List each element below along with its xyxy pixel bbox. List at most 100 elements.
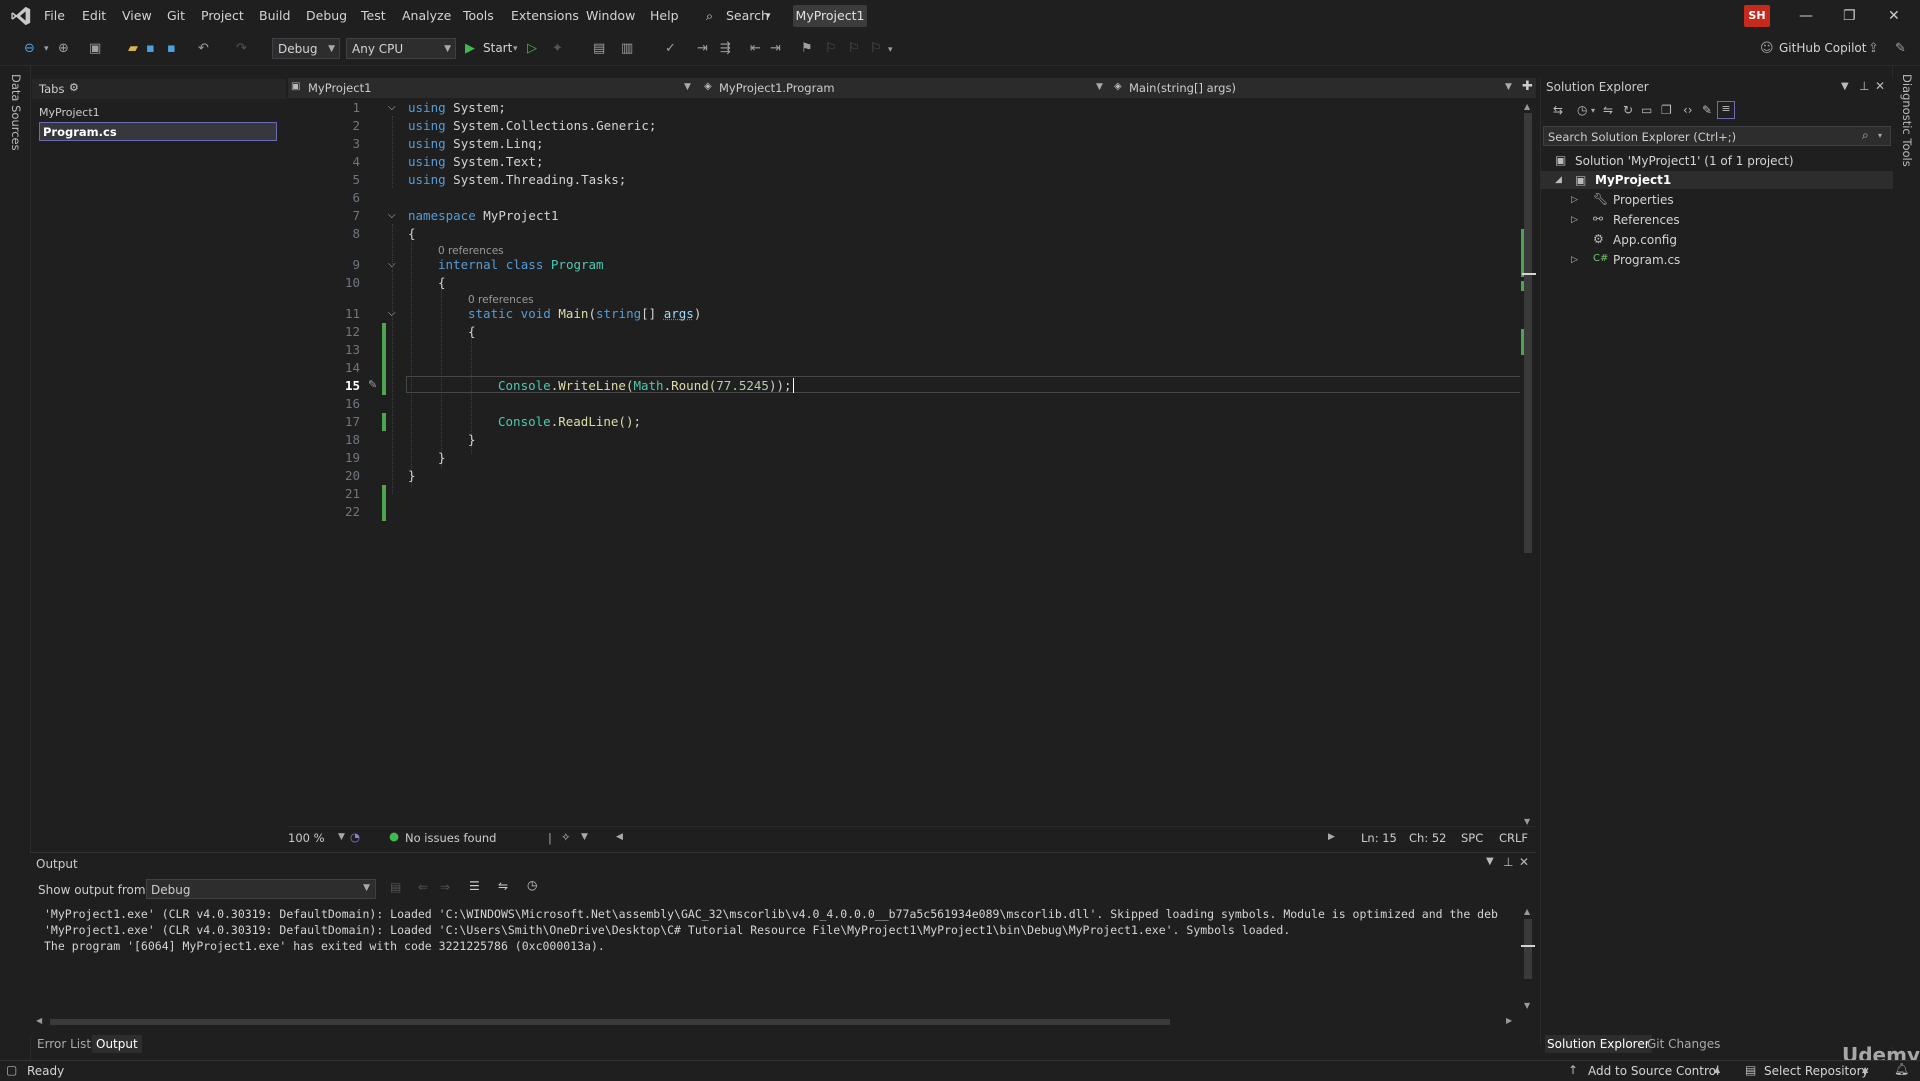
github-copilot-button[interactable]: GitHub Copilot: [1779, 41, 1866, 55]
chevron-up-icon[interactable]: ▲: [1714, 1065, 1720, 1074]
codelens-references[interactable]: 0 references: [438, 245, 504, 257]
chevron-down-icon[interactable]: ▼: [581, 832, 588, 842]
feedback-icon[interactable]: ✎: [1895, 41, 1906, 56]
data-sources-tab[interactable]: Data Sources: [9, 74, 23, 151]
open-folder-icon[interactable]: ▰: [128, 41, 138, 56]
view-code-icon[interactable]: ‹›: [1683, 103, 1693, 117]
indent-icon[interactable]: ⇤: [750, 41, 761, 56]
scroll-left-icon[interactable]: ◀: [36, 1016, 42, 1025]
menu-help[interactable]: Help: [650, 8, 679, 23]
bookmark-clear-icon[interactable]: ⚐: [870, 41, 882, 56]
scrollbar-thumb[interactable]: [1524, 919, 1532, 979]
previous-message-icon[interactable]: ⇐: [418, 880, 428, 894]
share-icon[interactable]: ⇪: [1868, 41, 1879, 56]
menu-test[interactable]: Test: [361, 8, 386, 23]
tree-item-references[interactable]: References: [1613, 213, 1680, 227]
output-horizontal-scrollbar[interactable]: ◀ ▶: [30, 1015, 1520, 1029]
bookmark-next-icon[interactable]: ⚐: [848, 41, 860, 56]
menu-git[interactable]: Git: [167, 8, 185, 23]
collapsed-triangle-icon[interactable]: ▷: [1571, 255, 1578, 265]
scrollbar-thumb[interactable]: [1524, 113, 1532, 553]
scroll-up-icon[interactable]: ▲: [1524, 907, 1530, 916]
collapsed-triangle-icon[interactable]: ▷: [1571, 195, 1578, 205]
tab-git-changes[interactable]: Git Changes: [1647, 1037, 1720, 1051]
notifications-icon[interactable]: 🔔︎: [1894, 1062, 1909, 1076]
undo-icon[interactable]: ↶: [198, 41, 209, 56]
chevron-down-icon[interactable]: ▼: [1841, 81, 1849, 92]
chevron-down-icon[interactable]: ▾: [44, 44, 49, 54]
spellcheck-icon[interactable]: ✓: [665, 41, 676, 56]
scrollbar-thumb[interactable]: [50, 1019, 1170, 1025]
word-wrap-icon[interactable]: ⇋: [498, 879, 508, 893]
intellicode-icon[interactable]: ◔: [350, 830, 360, 844]
forward-icon[interactable]: ⊕: [58, 41, 69, 56]
start-without-debugging-icon[interactable]: ▷: [527, 41, 537, 56]
output-source-dropdown[interactable]: Debug ▼: [146, 879, 376, 899]
menu-window[interactable]: Window: [586, 8, 635, 23]
pending-changes-icon[interactable]: ⇋: [1603, 103, 1613, 117]
tab-error-list[interactable]: Error List: [37, 1037, 91, 1051]
menu-file[interactable]: File: [44, 8, 65, 23]
editor-vertical-scrollbar[interactable]: ▲ ▼: [1520, 99, 1536, 833]
chevron-down-icon[interactable]: ▼: [1486, 856, 1494, 867]
save-all-icon[interactable]: ▪: [167, 41, 176, 56]
layout-icon[interactable]: ▥: [621, 41, 633, 56]
split-editor-icon[interactable]: ✚: [1522, 79, 1533, 94]
search-icon[interactable]: ⌕: [1862, 128, 1869, 143]
history-icon[interactable]: ◷: [1577, 103, 1587, 117]
configuration-dropdown[interactable]: Debug ▼: [272, 38, 340, 59]
find-message-icon[interactable]: ▤: [390, 880, 401, 894]
collapsed-triangle-icon[interactable]: ▷: [1571, 215, 1578, 225]
clock-icon[interactable]: ◷: [527, 878, 537, 892]
issues-status[interactable]: No issues found: [405, 831, 496, 845]
class-dropdown[interactable]: MyProject1.Program: [719, 81, 835, 95]
chevron-down-icon[interactable]: ▾: [513, 44, 518, 54]
new-project-icon[interactable]: ▣: [89, 41, 101, 56]
hot-reload-icon[interactable]: ✦: [552, 41, 563, 56]
scroll-up-icon[interactable]: ▲: [1524, 102, 1530, 111]
solution-search-input[interactable]: Search Solution Explorer (Ctrl+;) ⌕ ▾: [1543, 126, 1891, 146]
properties-icon[interactable]: ✎: [1702, 103, 1712, 117]
start-button[interactable]: Start: [483, 41, 512, 55]
format-icon[interactable]: ⇶: [720, 41, 731, 56]
close-icon[interactable]: ✕: [1519, 855, 1529, 869]
member-dropdown[interactable]: Main(string[] args): [1129, 81, 1236, 95]
tab-output[interactable]: Output: [92, 1035, 142, 1053]
menu-analyze[interactable]: Analyze: [402, 8, 451, 23]
output-vertical-scrollbar[interactable]: ▲ ▼: [1520, 905, 1536, 1013]
close-icon[interactable]: ✕: [1875, 79, 1885, 93]
chevron-down-icon[interactable]: ▾: [1591, 106, 1595, 115]
chevron-down-icon[interactable]: ▾: [888, 45, 893, 55]
codelens-references[interactable]: 0 references: [468, 294, 534, 306]
outdent-icon[interactable]: ⇥: [770, 41, 781, 56]
tree-item-properties[interactable]: Properties: [1613, 193, 1674, 207]
gear-icon[interactable]: ⚙: [69, 81, 79, 94]
project-dropdown[interactable]: MyProject1: [308, 81, 371, 95]
zoom-dropdown[interactable]: 100 %: [288, 831, 325, 845]
tree-project-row[interactable]: ◢ ▣ MyProject1: [1541, 171, 1893, 189]
clear-all-icon[interactable]: ☰: [469, 879, 480, 893]
sync-icon[interactable]: ⇆: [1553, 103, 1563, 117]
scroll-right-icon[interactable]: ▶: [1506, 1016, 1512, 1025]
chevron-down-icon[interactable]: ▼: [1505, 82, 1512, 92]
whitespace-indicator[interactable]: SPC: [1461, 831, 1483, 845]
avatar[interactable]: SH: [1744, 5, 1770, 27]
chevron-up-icon[interactable]: ▲: [1862, 1065, 1868, 1074]
refresh-icon[interactable]: ↻: [1623, 103, 1633, 117]
line-ending-indicator[interactable]: CRLF: [1499, 831, 1528, 845]
scroll-down-icon[interactable]: ▼: [1524, 1001, 1530, 1010]
chevron-down-icon[interactable]: ▼: [338, 832, 345, 842]
search-icon[interactable]: ⌕: [706, 8, 713, 24]
pin-icon[interactable]: ⊥: [1503, 855, 1513, 869]
fold-toggle-icon[interactable]: ⌵: [388, 102, 396, 113]
tab-solution-explorer[interactable]: Solution Explorer: [1545, 1035, 1652, 1053]
select-repository-button[interactable]: Select Repository: [1764, 1064, 1869, 1078]
scroll-left-icon[interactable]: ◀: [616, 832, 623, 842]
code-cleanup-icon[interactable]: ✧: [561, 830, 571, 844]
output-text-area[interactable]: 'MyProject1.exe' (CLR v4.0.30319: Defaul…: [30, 905, 1520, 1015]
platform-dropdown[interactable]: Any CPU ▼: [346, 38, 456, 59]
show-all-files-icon[interactable]: ❐: [1661, 103, 1672, 117]
menu-project[interactable]: Project: [201, 8, 244, 23]
menu-view[interactable]: View: [122, 8, 152, 23]
next-message-icon[interactable]: ⇒: [440, 880, 450, 894]
